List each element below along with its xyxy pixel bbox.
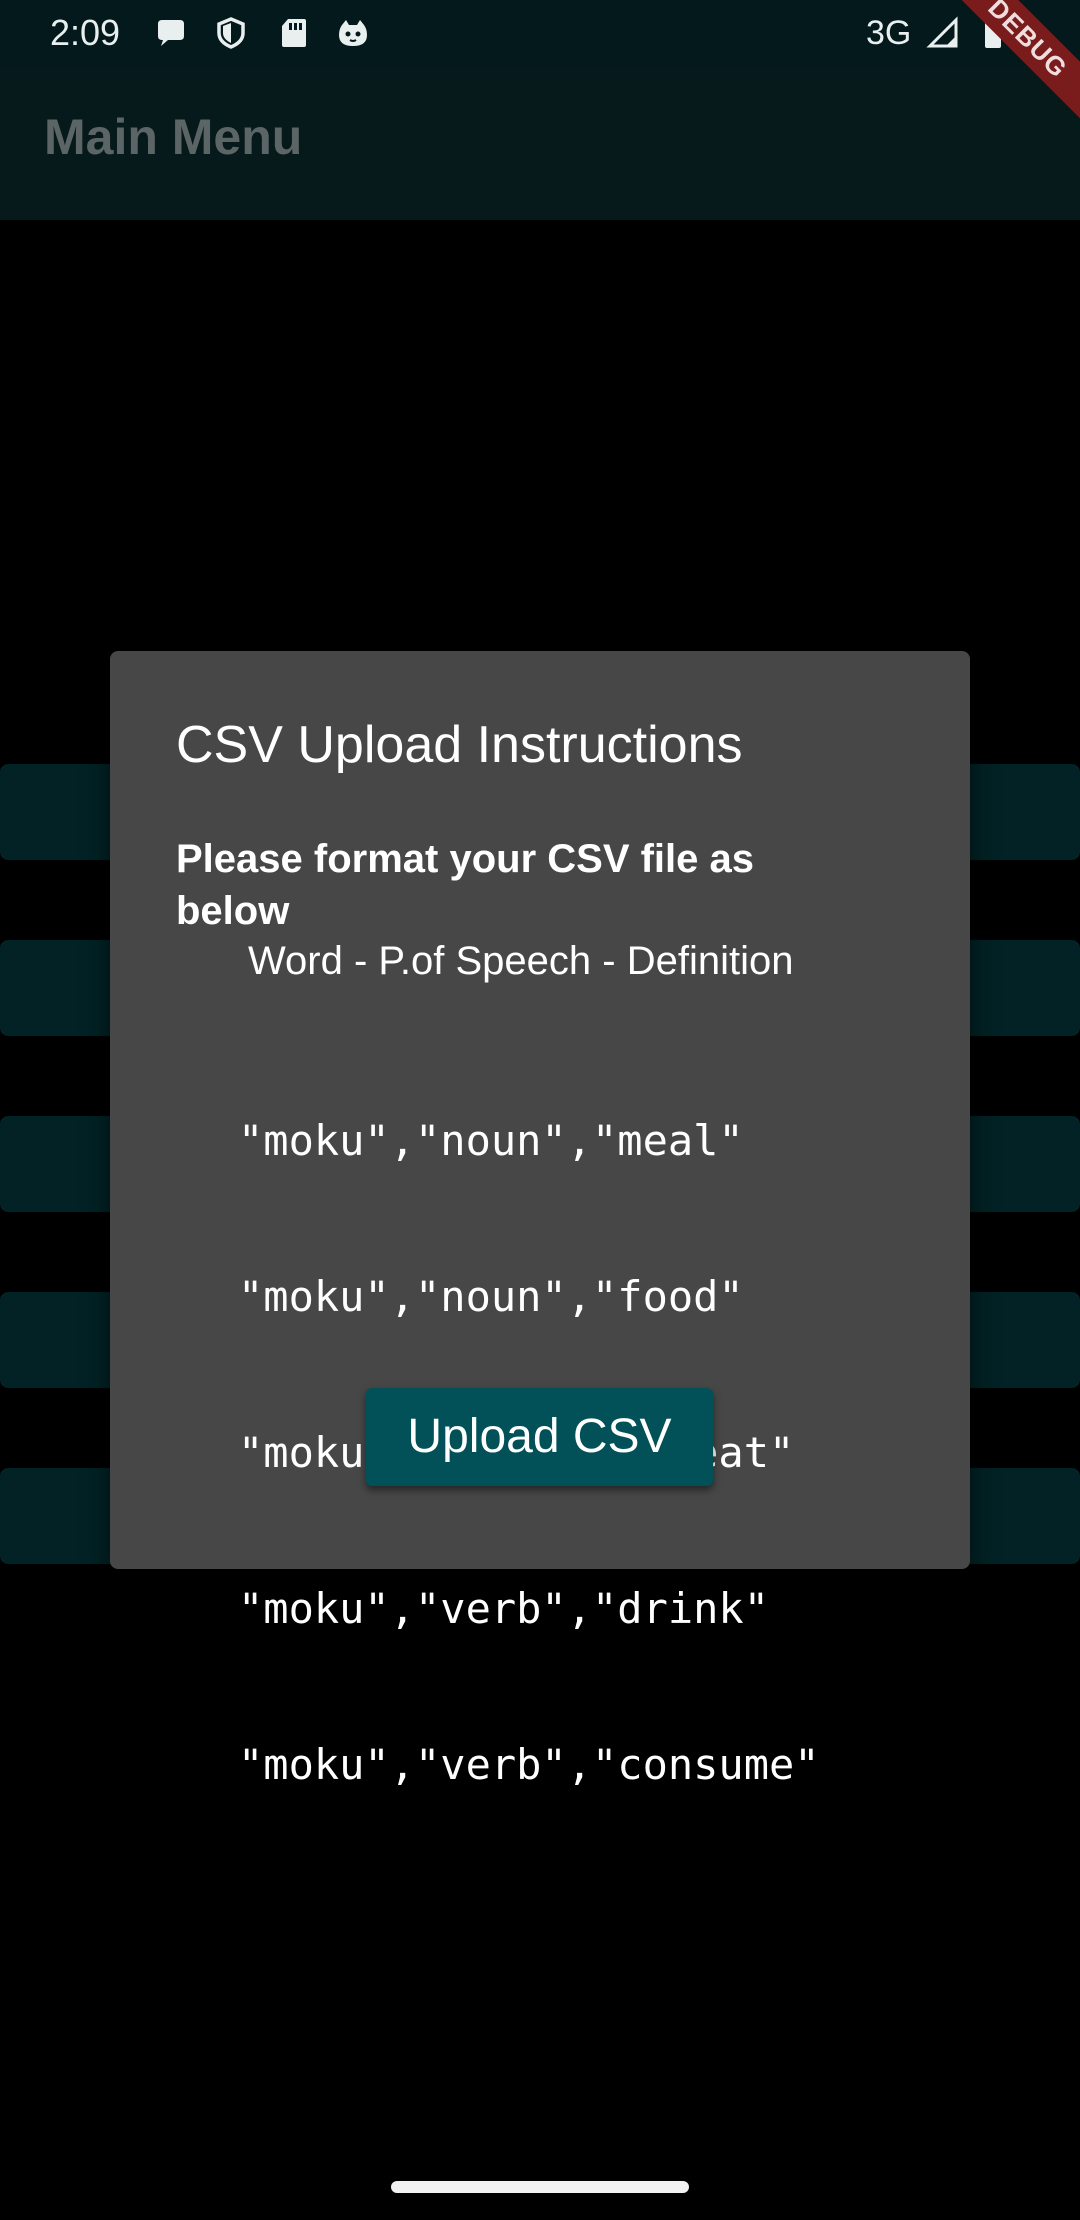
upload-csv-button[interactable]: Upload CSV [366,1388,713,1486]
csv-example-line: "moku","noun","food" [238,1272,744,1321]
page-title: Main Menu [44,109,303,165]
network-type: 3G [866,14,912,52]
csv-example-line: "moku","verb","consume" [238,1740,820,1789]
dialog-title: CSV Upload Instructions [176,716,743,774]
dialog-instructions: Please format your CSV file as below [176,837,755,933]
signal-icon [926,16,958,48]
chat-bubble-icon [158,20,184,46]
csv-example-line: "moku","noun","meal" [238,1116,744,1165]
csv-instructions-dialog: CSV Upload Instructions Please format yo… [110,651,970,1789]
csv-column-format: Word - P.of Speech - Definition [248,939,794,983]
csv-example-line: "moku","verb","drink" [238,1584,770,1633]
sd-card-icon [282,19,306,47]
status-time: 2:09 [50,12,121,53]
cat-face-icon [339,20,367,46]
shield-icon [217,17,245,49]
home-indicator[interactable] [391,2181,689,2193]
status-bar: 2:09 3G [0,0,1080,66]
app-bar: Main Menu [0,66,1080,220]
